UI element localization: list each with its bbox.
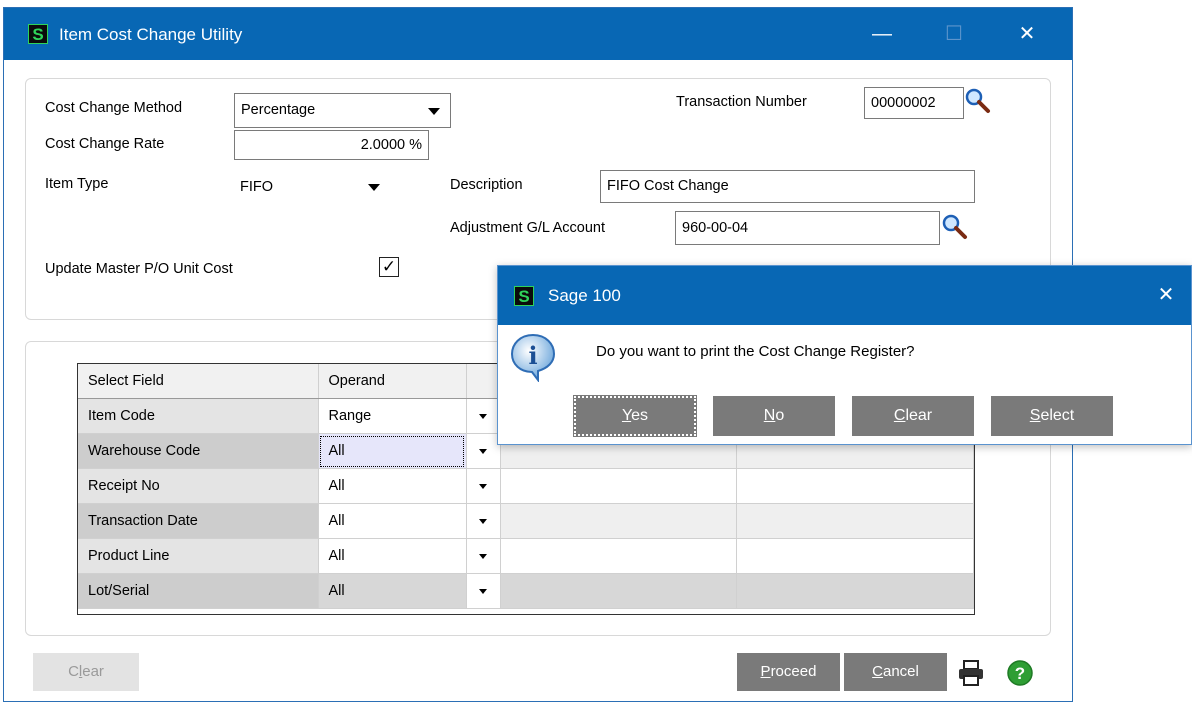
operand-dropdown-button[interactable] xyxy=(466,433,501,469)
table-row[interactable]: Transaction Date All xyxy=(78,503,974,539)
operand-cell[interactable]: All xyxy=(318,538,467,574)
sage-logo-icon: S xyxy=(28,24,48,44)
description-input[interactable]: FIFO Cost Change xyxy=(600,170,975,203)
adjustment-gl-label: Adjustment G/L Account xyxy=(450,220,606,236)
operand-cell[interactable]: All xyxy=(318,573,467,609)
operand-cell[interactable]: Range xyxy=(318,398,467,434)
print-register-dialog: S Sage 100 ✕ i Do you want to print the … xyxy=(497,265,1192,445)
dialog-clear-hotkey: C xyxy=(893,407,906,424)
transaction-number-label: Transaction Number xyxy=(676,94,807,110)
proceed-hotkey: P xyxy=(760,663,771,680)
chevron-down-icon xyxy=(479,518,487,524)
proceed-button[interactable]: Proceed xyxy=(737,653,840,691)
operand-cell[interactable]: All xyxy=(318,433,467,469)
chevron-down-icon xyxy=(479,413,487,419)
chevron-down-icon xyxy=(479,588,487,594)
column-header-select-field: Select Field xyxy=(78,364,319,399)
help-icon[interactable]: ? xyxy=(1006,659,1034,687)
cancel-hotkey: C xyxy=(872,663,883,680)
cost-change-rate-input[interactable]: 2.0000 % xyxy=(234,130,429,160)
table-row[interactable]: Receipt No All xyxy=(78,468,974,504)
printer-icon[interactable] xyxy=(957,660,985,686)
select-button[interactable]: Select xyxy=(991,396,1113,436)
operand-cell[interactable]: All xyxy=(318,468,467,504)
update-master-checkbox[interactable]: ✓ xyxy=(379,257,399,277)
select-field-cell: Warehouse Code xyxy=(78,433,319,469)
update-master-label: Update Master P/O Unit Cost xyxy=(45,261,233,277)
proceed-label-rest: roceed xyxy=(770,663,817,680)
clear-label-rest: ear xyxy=(82,663,104,680)
operand-dropdown-button[interactable] xyxy=(466,398,501,434)
no-label-rest: o xyxy=(775,407,785,424)
title-bar: S Item Cost Change Utility — ☐ ✕ xyxy=(4,8,1072,60)
select-label-rest: elect xyxy=(1040,407,1075,424)
chevron-down-icon xyxy=(428,108,440,115)
yes-button[interactable]: Yes xyxy=(573,395,697,437)
no-button[interactable]: No xyxy=(713,396,835,436)
dialog-clear-label-rest: lear xyxy=(905,407,933,424)
table-row[interactable]: Product Line All xyxy=(78,538,974,574)
dialog-clear-button[interactable]: Clear xyxy=(852,396,974,436)
operand-dropdown-button[interactable] xyxy=(466,538,501,574)
clear-button[interactable]: Clear xyxy=(33,653,139,691)
svg-text:i: i xyxy=(528,341,537,370)
chevron-down-icon xyxy=(368,184,380,191)
select-field-cell: Lot/Serial xyxy=(78,573,319,609)
search-icon[interactable] xyxy=(965,88,991,114)
cancel-button[interactable]: Cancel xyxy=(844,653,947,691)
yes-hotkey: Y xyxy=(621,407,632,424)
maximize-button[interactable]: ☐ xyxy=(934,8,974,60)
chevron-down-icon xyxy=(479,483,487,489)
cost-change-method-select[interactable]: Percentage xyxy=(234,93,451,128)
select-field-cell: Item Code xyxy=(78,398,319,434)
search-icon[interactable] xyxy=(942,214,968,240)
clear-label-prefix: C xyxy=(68,663,79,680)
adjustment-gl-input[interactable]: 960-00-04 xyxy=(675,211,940,245)
dialog-close-button[interactable]: ✕ xyxy=(1146,270,1186,320)
sage-logo-icon: S xyxy=(514,286,534,306)
operand-dropdown-button[interactable] xyxy=(466,573,501,609)
yes-label-rest: es xyxy=(631,407,649,424)
chevron-down-icon xyxy=(479,448,487,454)
cost-change-rate-label: Cost Change Rate xyxy=(45,136,165,152)
select-field-cell: Transaction Date xyxy=(78,503,319,539)
close-button[interactable]: ✕ xyxy=(1007,8,1047,60)
select-hotkey: S xyxy=(1029,407,1041,424)
operand-dropdown-button[interactable] xyxy=(466,503,501,539)
operand-cell[interactable]: All xyxy=(318,503,467,539)
cancel-label-rest: ancel xyxy=(882,663,919,680)
no-hotkey: N xyxy=(763,407,776,424)
column-header-operand: Operand xyxy=(318,364,467,399)
select-field-cell: Receipt No xyxy=(78,468,319,504)
window-title: Item Cost Change Utility xyxy=(59,25,243,44)
dialog-title: Sage 100 xyxy=(548,286,621,305)
select-field-cell: Product Line xyxy=(78,538,319,574)
table-row[interactable]: Lot/Serial All xyxy=(78,573,974,609)
item-type-label: Item Type xyxy=(45,176,109,192)
chevron-down-icon xyxy=(479,553,487,559)
cost-change-method-label: Cost Change Method xyxy=(45,100,183,116)
transaction-number-input[interactable]: 00000002 xyxy=(864,87,964,119)
item-type-select[interactable]: FIFO xyxy=(234,170,389,204)
dialog-message: Do you want to print the Cost Change Reg… xyxy=(596,343,915,360)
cost-change-method-value: Percentage xyxy=(241,102,316,118)
operand-dropdown-button[interactable] xyxy=(466,468,501,504)
minimize-button[interactable]: — xyxy=(862,8,902,60)
description-label: Description xyxy=(450,177,523,193)
info-icon: i xyxy=(510,333,556,382)
svg-text:?: ? xyxy=(1015,664,1025,683)
item-type-value: FIFO xyxy=(240,179,274,195)
dialog-title-bar: S Sage 100 ✕ xyxy=(498,266,1191,325)
